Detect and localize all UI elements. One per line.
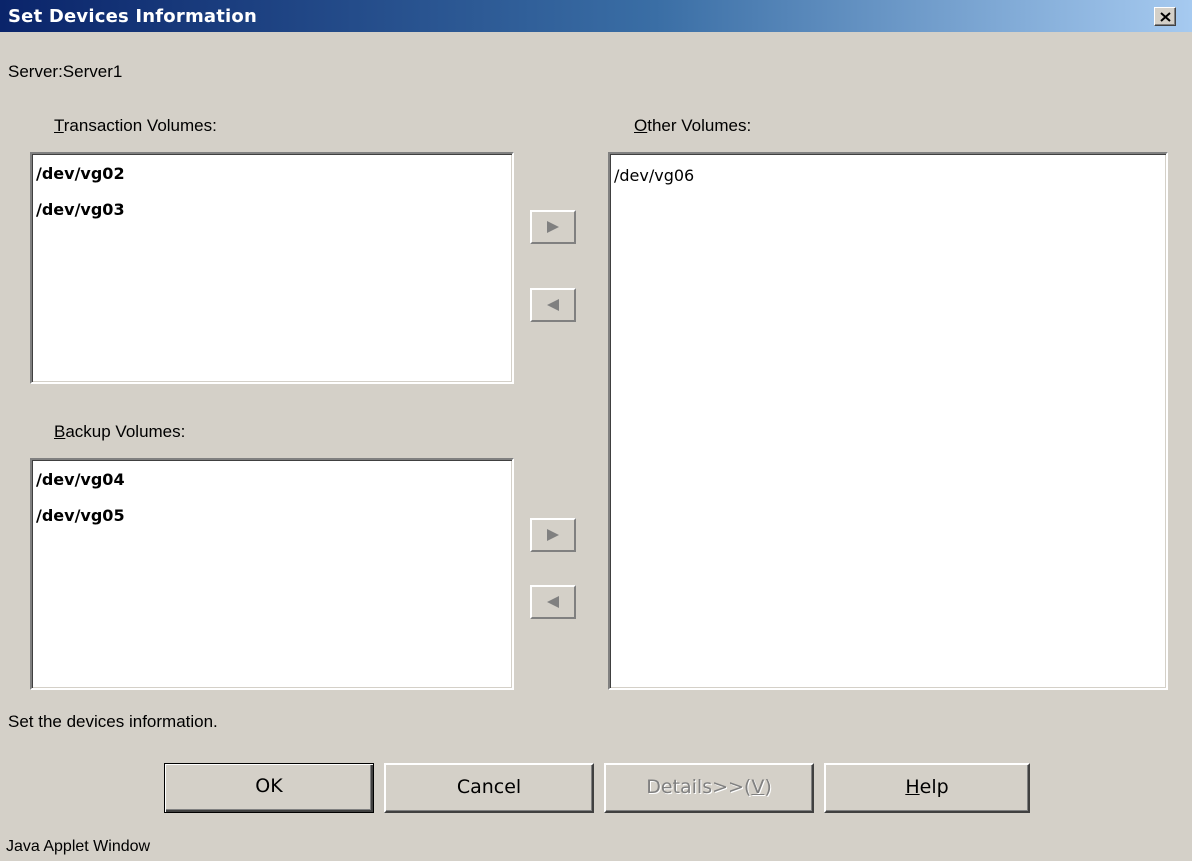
- window-title: Set Devices Information: [8, 6, 257, 27]
- arrow-left-icon: [547, 299, 559, 311]
- server-label: Server:Server1: [8, 62, 123, 81]
- details-label-suffix: ): [764, 776, 772, 798]
- transaction-label-text: ransaction Volumes:: [63, 116, 217, 135]
- list-item[interactable]: /dev/vg05: [36, 506, 125, 525]
- transaction-volumes-list[interactable]: /dev/vg02 /dev/vg03: [30, 152, 514, 384]
- details-button[interactable]: Details>>(V): [604, 763, 814, 813]
- help-label-text: elp: [919, 776, 949, 798]
- backup-volumes-list[interactable]: /dev/vg04 /dev/vg05: [30, 458, 514, 690]
- other-mnemonic: O: [634, 116, 648, 135]
- backup-volumes-label: Backup Volumes:: [54, 422, 185, 442]
- arrow-left-icon: [547, 596, 559, 608]
- list-item[interactable]: /dev/vg04: [36, 470, 125, 489]
- list-item[interactable]: /dev/vg03: [36, 200, 125, 219]
- cancel-button[interactable]: Cancel: [384, 763, 594, 813]
- details-label-prefix: Details>>(: [646, 776, 752, 798]
- arrow-right-icon: [547, 529, 559, 541]
- transaction-volumes-label: Transaction Volumes:: [54, 116, 217, 136]
- other-volumes-list[interactable]: /dev/vg06: [608, 152, 1168, 690]
- status-text: Set the devices information.: [8, 712, 218, 731]
- applet-warning-footer: Java Applet Window: [6, 838, 151, 855]
- other-volumes-label: Other Volumes:: [634, 116, 751, 136]
- list-item[interactable]: /dev/vg02: [36, 164, 125, 183]
- close-icon: [1160, 12, 1171, 22]
- backup-label-text: ackup Volumes:: [65, 422, 186, 441]
- move-other-to-backup-button[interactable]: [530, 585, 576, 619]
- move-transaction-to-other-button[interactable]: [530, 210, 576, 244]
- close-button[interactable]: [1154, 7, 1176, 26]
- details-mnemonic: V: [751, 776, 765, 798]
- backup-mnemonic: B: [54, 422, 66, 441]
- other-label-text: ther Volumes:: [647, 116, 752, 135]
- help-button[interactable]: Help: [824, 763, 1030, 813]
- help-mnemonic: H: [905, 776, 920, 798]
- transaction-mnemonic: T: [54, 116, 64, 135]
- ok-button[interactable]: OK: [164, 763, 374, 813]
- move-backup-to-other-button[interactable]: [530, 518, 576, 552]
- arrow-right-icon: [547, 221, 559, 233]
- move-other-to-transaction-button[interactable]: [530, 288, 576, 322]
- list-item[interactable]: /dev/vg06: [614, 166, 694, 185]
